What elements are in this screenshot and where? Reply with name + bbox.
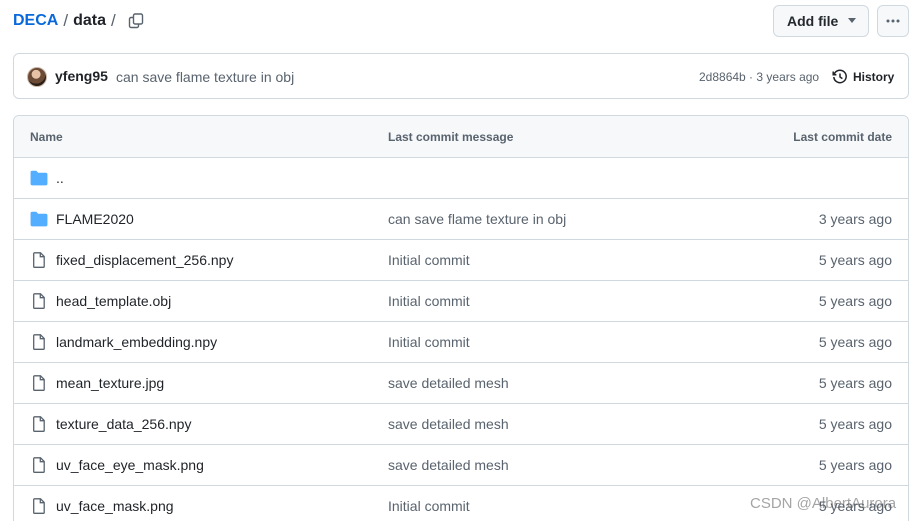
breadcrumb-trailing-separator: /: [110, 11, 116, 30]
column-header-message: Last commit message: [388, 130, 514, 144]
file-icon: [30, 375, 48, 391]
file-name-link[interactable]: fixed_displacement_256.npy: [56, 252, 233, 268]
history-label: History: [853, 70, 895, 84]
table-row[interactable]: mean_texture.jpg save detailed mesh 5 year…: [14, 363, 908, 404]
row-commit-date: 5 years ago: [818, 252, 892, 268]
file-name-link[interactable]: landmark_embedding.npy: [56, 334, 217, 350]
file-name-link[interactable]: mean_texture.jpg: [56, 375, 164, 391]
copy-icon: [128, 13, 144, 29]
copy-path-button[interactable]: [125, 10, 147, 32]
breadcrumb-current-folder: data: [73, 12, 106, 29]
file-name-link[interactable]: texture_data_256.npy: [56, 416, 191, 432]
breadcrumb-separator: /: [63, 11, 69, 30]
folder-name-link[interactable]: ..: [56, 170, 64, 186]
breadcrumb: DECA / data /: [13, 9, 116, 33]
row-commit-message-link[interactable]: Initial commit: [388, 334, 470, 350]
more-options-button[interactable]: [877, 5, 909, 37]
avatar[interactable]: [27, 67, 47, 87]
row-commit-date: 5 years ago: [818, 293, 892, 309]
kebab-horizontal-icon: [886, 19, 900, 23]
file-table: Name Last commit message Last commit dat…: [13, 115, 909, 521]
chevron-down-icon: [848, 18, 856, 23]
row-commit-date: 3 years ago: [818, 211, 892, 227]
file-icon: [30, 498, 48, 514]
table-row[interactable]: head_template.obj Initial commit 5 years a…: [14, 281, 908, 322]
commit-message-link[interactable]: can save flame texture in obj: [116, 69, 294, 85]
row-commit-message-link[interactable]: save detailed mesh: [388, 375, 509, 391]
commit-sha-age[interactable]: 2d8864b · 3 years ago: [699, 70, 819, 84]
add-file-label: Add file: [787, 13, 839, 29]
file-icon: [30, 457, 48, 473]
file-icon: [30, 252, 48, 268]
watermark-text: CSDN @AlbertAurora: [750, 495, 897, 512]
row-commit-message-link[interactable]: save detailed mesh: [388, 457, 509, 473]
row-commit-message-link[interactable]: save detailed mesh: [388, 416, 509, 432]
folder-icon: [30, 211, 48, 227]
table-header: Name Last commit message Last commit dat…: [14, 116, 908, 158]
file-name-link[interactable]: head_template.obj: [56, 293, 171, 309]
file-icon: [30, 334, 48, 350]
file-icon: [30, 293, 48, 309]
table-row[interactable]: texture_data_256.npy save detailed mesh 5 …: [14, 404, 908, 445]
file-name-link[interactable]: uv_face_mask.png: [56, 498, 174, 514]
commit-author-link[interactable]: yfeng95: [55, 68, 108, 84]
row-commit-date: 5 years ago: [818, 457, 892, 473]
row-commit-message-link[interactable]: Initial commit: [388, 252, 470, 268]
table-row[interactable]: FLAME2020 can save flame texture in obj 3 …: [14, 199, 908, 240]
file-icon: [30, 416, 48, 432]
row-commit-message-link[interactable]: Initial commit: [388, 293, 470, 309]
row-commit-message-link[interactable]: can save flame texture in obj: [388, 211, 566, 227]
folder-icon: [30, 170, 48, 186]
file-name-link[interactable]: uv_face_eye_mask.png: [56, 457, 204, 473]
table-row[interactable]: fixed_displacement_256.npy Initial commit…: [14, 240, 908, 281]
latest-commit-bar: yfeng95 can save flame texture in obj 2d…: [13, 53, 909, 99]
table-row[interactable]: ..: [14, 158, 908, 199]
table-row[interactable]: landmark_embedding.npy Initial commit 5 ye…: [14, 322, 908, 363]
history-button[interactable]: History: [832, 67, 894, 87]
breadcrumb-repo-link[interactable]: DECA: [13, 12, 58, 30]
row-commit-message-link[interactable]: Initial commit: [388, 498, 470, 514]
add-file-button[interactable]: Add file: [773, 5, 869, 37]
row-commit-date: 5 years ago: [818, 375, 892, 391]
column-header-name: Name: [30, 130, 63, 144]
history-icon: [832, 69, 847, 84]
column-header-date: Last commit date: [793, 130, 892, 144]
table-row[interactable]: uv_face_eye_mask.png save detailed mesh 5 …: [14, 445, 908, 486]
row-commit-date: 5 years ago: [818, 416, 892, 432]
row-commit-date: 5 years ago: [818, 334, 892, 350]
folder-name-link[interactable]: FLAME2020: [56, 211, 134, 227]
